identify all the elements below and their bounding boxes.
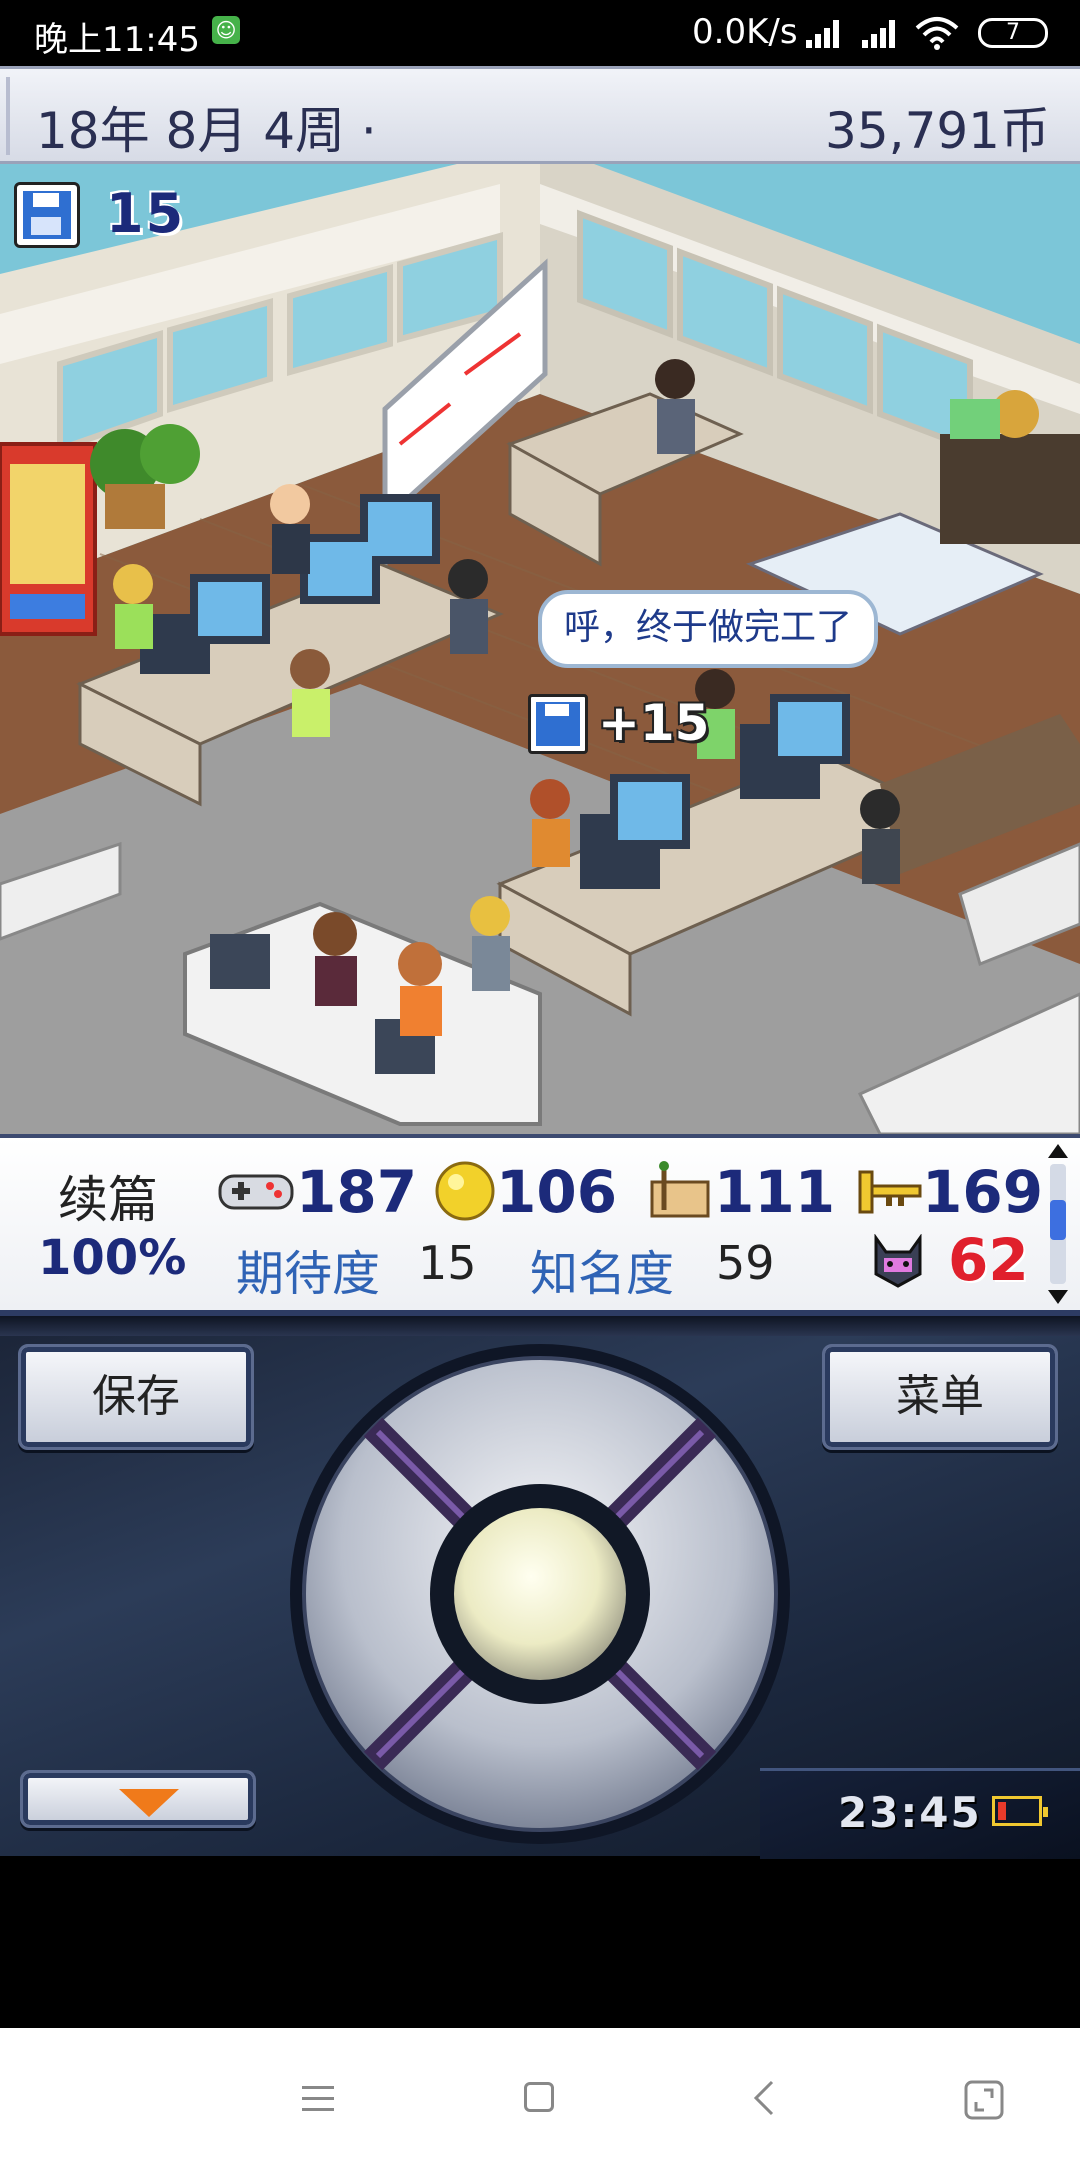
bug-count: 62: [948, 1226, 1029, 1294]
back-icon[interactable]: [752, 2080, 776, 2116]
game-battery-icon: [992, 1796, 1048, 1826]
gamepad-icon: [218, 1174, 294, 1210]
battery-icon: 7: [978, 18, 1048, 48]
sound-value: 169: [922, 1158, 1044, 1226]
scroll-down-icon[interactable]: [1048, 1290, 1068, 1304]
expectation-label: 期待度: [236, 1246, 381, 1302]
scroll-thumb[interactable]: [1050, 1200, 1066, 1240]
status-time: 晚上11:45: [34, 20, 200, 60]
recents-menu-icon[interactable]: [302, 2086, 334, 2111]
gain-text: +15: [598, 694, 710, 752]
scroll-up-icon[interactable]: [1048, 1144, 1068, 1158]
gold-orb-icon: [435, 1161, 495, 1221]
stats-panel: 续篇 100% 187 106 111 169 期待度 15 知名度 59 62: [0, 1134, 1080, 1316]
wifi-icon: [915, 17, 959, 50]
gain-floppy-icon: [528, 694, 588, 754]
fame-value: 59: [716, 1236, 775, 1290]
creativity-value: 106: [496, 1158, 618, 1226]
progress-percent: 100%: [38, 1230, 187, 1286]
expectation-value: 15: [418, 1236, 477, 1290]
fun-value: 187: [296, 1158, 418, 1226]
signal-icon-2: [862, 18, 902, 48]
save-button[interactable]: 保存: [18, 1344, 254, 1450]
network-speed: 0.0K/s: [692, 12, 798, 52]
office-scene[interactable]: 15 呼，终于做完工了 +15: [0, 164, 1080, 1134]
money-display: 35,791币: [825, 102, 1050, 160]
project-type: 续篇: [58, 1171, 158, 1229]
game-date: 18年 8月 4周 ·: [36, 102, 377, 160]
game-header: 18年 8月 4周 · 35,791币: [0, 66, 1080, 164]
notification-app-icon: ☺: [212, 16, 240, 44]
trumpet-icon: [858, 1170, 922, 1214]
controller-panel: 保存 菜单 23:45: [0, 1316, 1080, 1859]
speech-bubble: 呼，终于做完工了: [538, 590, 878, 668]
arrow-down-icon: [119, 1789, 179, 1817]
stats-scrollbar[interactable]: [1046, 1144, 1070, 1304]
floppy-disk-icon: [14, 182, 80, 248]
game-clock: 23:45: [838, 1788, 982, 1837]
signal-icon: [806, 18, 846, 48]
menu-button[interactable]: 菜单: [822, 1344, 1058, 1450]
status-bar: 晚上11:45 ☺ 0.0K/s 7: [0, 0, 1080, 66]
screen-toggle-icon[interactable]: [964, 2080, 1004, 2120]
paintbrush-icon: [650, 1161, 710, 1218]
save-count: 15: [106, 182, 186, 245]
bug-monster-icon: [874, 1234, 922, 1288]
dpad[interactable]: [288, 1342, 792, 1846]
fame-label: 知名度: [530, 1246, 675, 1302]
toggle-down-button[interactable]: [20, 1770, 256, 1828]
home-icon[interactable]: [524, 2082, 554, 2112]
graphics-value: 111: [714, 1158, 836, 1226]
system-nav-bar: [0, 2028, 1080, 2160]
